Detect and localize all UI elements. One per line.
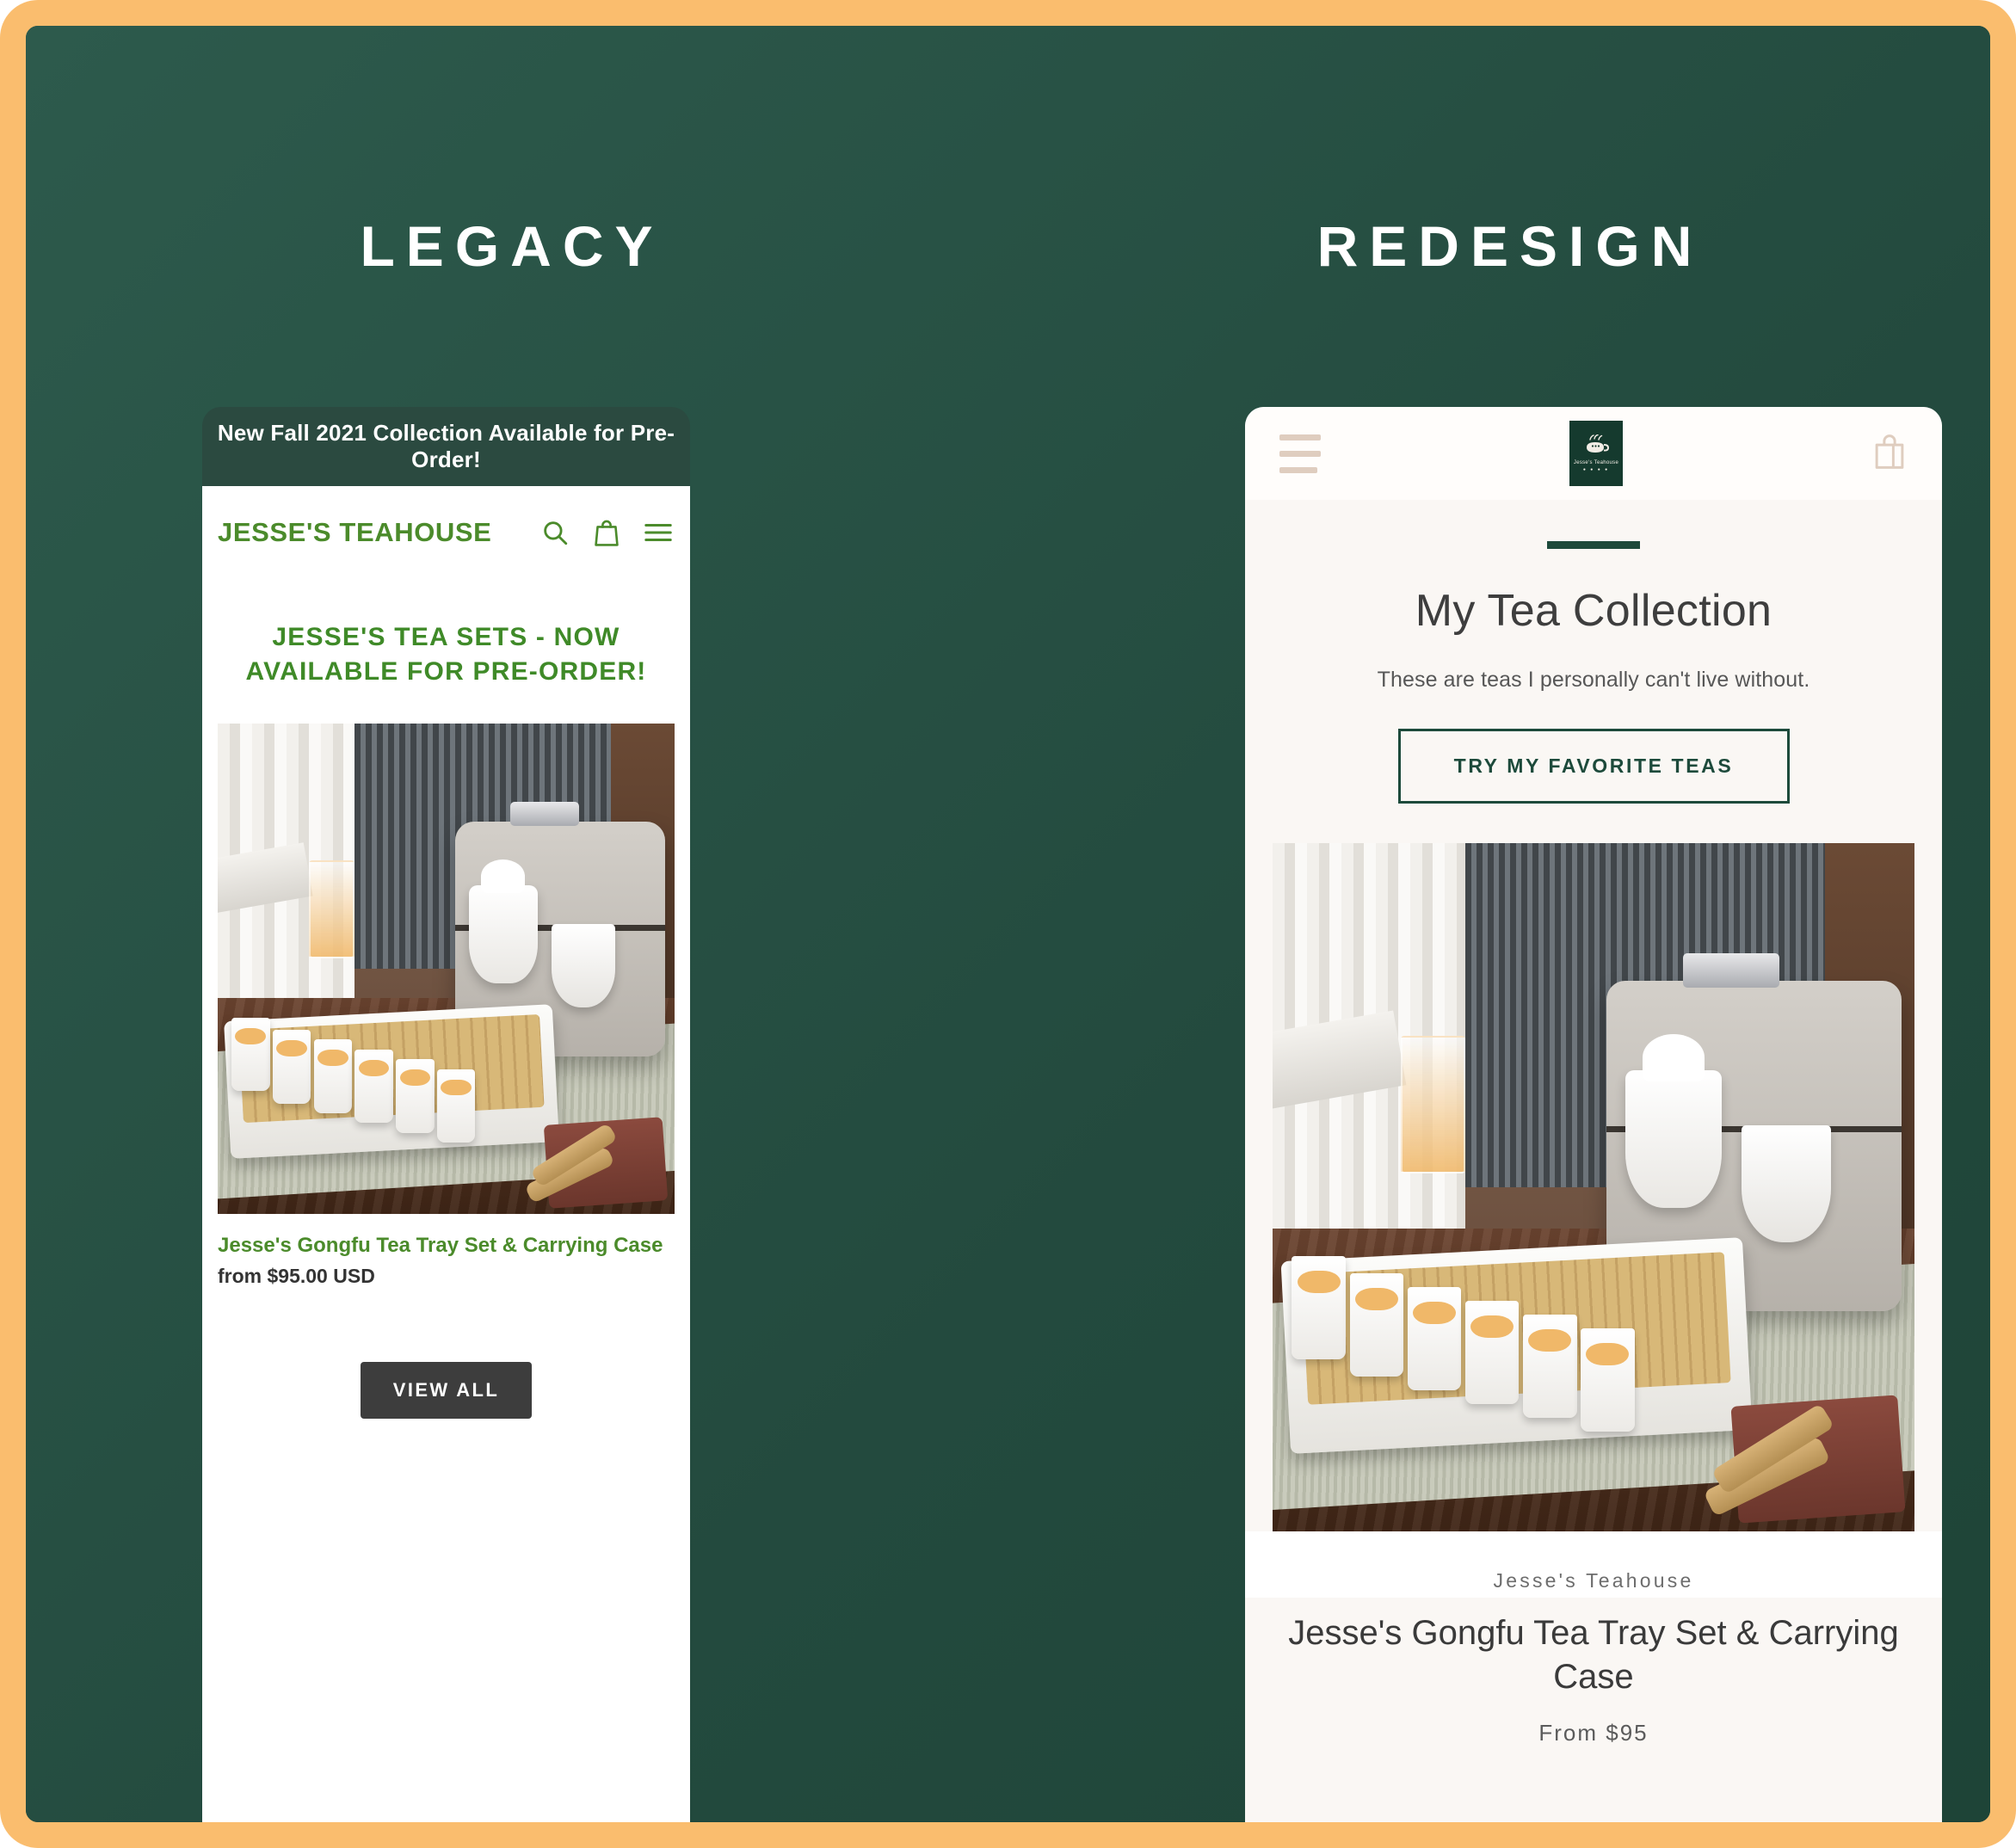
redesign-product-title[interactable]: Jesse's Gongfu Tea Tray Set & Carrying C…	[1279, 1611, 1908, 1699]
redesign-product-price: From $95	[1538, 1720, 1649, 1746]
legacy-page-body: JESSE'S TEAHOUSE JESSE'S TEA SETS - NOW …	[202, 486, 690, 1822]
redesign-hero-section: My Tea Collection These are teas I perso…	[1245, 500, 1942, 843]
search-icon[interactable]	[540, 518, 570, 547]
redesign-cta-row: TRY MY FAVORITE TEAS	[1283, 729, 1904, 804]
redesign-site-header: Jesse's Teahouse ● ● ● ●	[1245, 407, 1942, 500]
view-all-button[interactable]: VIEW ALL	[360, 1361, 533, 1419]
redesign-product-card: Jesse's Teahouse Jesse's Gongfu Tea Tray…	[1245, 1531, 1942, 1746]
logo-caption: Jesse's Teahouse	[1573, 460, 1619, 465]
legacy-header-icons	[540, 518, 673, 547]
legacy-site-header: JESSE'S TEAHOUSE	[202, 486, 690, 579]
tea-set-photo-illustration	[1273, 843, 1914, 1531]
try-favorite-teas-button[interactable]: TRY MY FAVORITE TEAS	[1397, 729, 1790, 804]
legacy-product-meta: Jesse's Gongfu Tea Tray Set & Carrying C…	[202, 1214, 690, 1288]
legacy-announcement-text: New Fall 2021 Collection Available for P…	[217, 420, 675, 472]
legacy-phone-mockup: New Fall 2021 Collection Available for P…	[202, 407, 690, 1822]
shopping-bag-icon[interactable]	[593, 518, 620, 547]
legacy-product-title[interactable]: Jesse's Gongfu Tea Tray Set & Carrying C…	[218, 1233, 673, 1259]
legacy-column-title: LEGACY	[360, 214, 664, 278]
page-frame: LEGACY REDESIGN New Fall 2021 Collection…	[0, 0, 2016, 1848]
hamburger-menu-icon[interactable]	[644, 521, 673, 544]
shopping-bag-icon[interactable]	[1871, 432, 1908, 476]
redesign-product-vendor: Jesse's Teahouse	[1493, 1569, 1694, 1592]
legacy-announcement-bar: New Fall 2021 Collection Available for P…	[202, 407, 690, 486]
section-divider-rule	[1547, 541, 1640, 549]
comparison-backdrop: LEGACY REDESIGN New Fall 2021 Collection…	[26, 26, 1990, 1822]
legacy-product-image[interactable]	[218, 723, 675, 1214]
tea-set-photo-illustration	[218, 723, 675, 1214]
brand-logo-teapot-icon[interactable]: Jesse's Teahouse ● ● ● ●	[1569, 421, 1623, 486]
redesign-product-image[interactable]	[1273, 843, 1914, 1531]
legacy-view-all-row: VIEW ALL	[202, 1288, 690, 1419]
legacy-logo[interactable]: JESSE'S TEAHOUSE	[218, 517, 491, 548]
legacy-product-price: from $95.00 USD	[218, 1264, 375, 1287]
legacy-headline: JESSE'S TEA SETS - NOW AVAILABLE FOR PRE…	[245, 623, 647, 686]
logo-dots: ● ● ● ●	[1582, 467, 1610, 472]
redesign-heading: My Tea Collection	[1415, 586, 1772, 636]
redesign-subheading: These are teas I personally can't live w…	[1377, 668, 1810, 692]
hamburger-menu-icon[interactable]	[1279, 434, 1321, 473]
redesign-column-title: REDESIGN	[1316, 214, 1704, 278]
redesign-phone-mockup: Jesse's Teahouse ● ● ● ● My Tea Collecti…	[1245, 407, 1942, 1822]
